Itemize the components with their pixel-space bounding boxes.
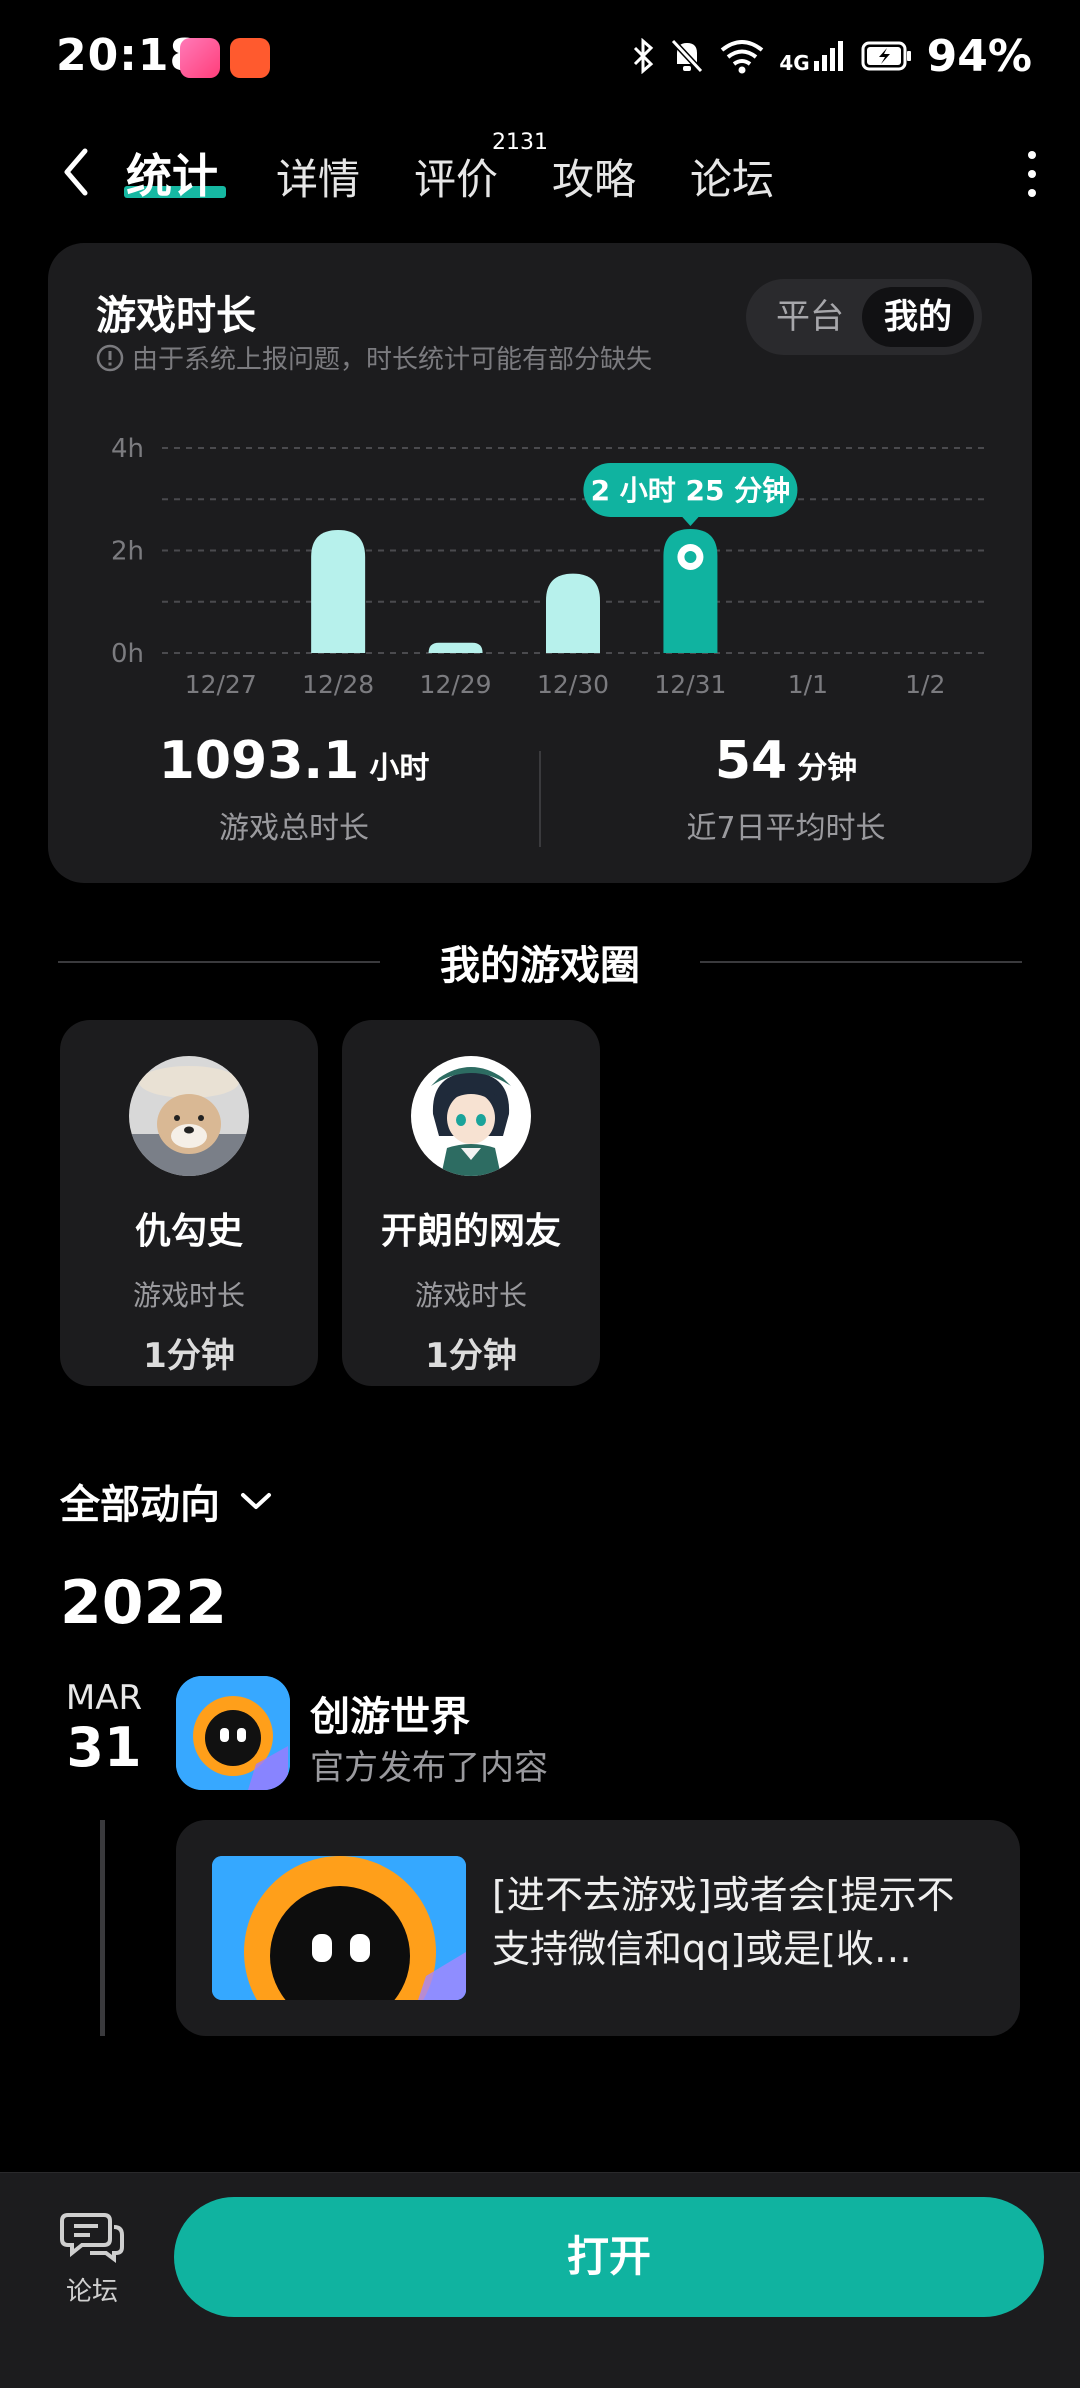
- friend-time-value: 1分钟: [143, 1336, 235, 1376]
- post-text: [进不去游戏]或者会[提示不支持微信和qq]或是[收…: [492, 1873, 955, 1971]
- total-play-time: 1093.1 小时 游戏总时长: [48, 731, 540, 847]
- more-options-button[interactable]: [1012, 146, 1052, 202]
- friend-time-label: 游戏时长: [132, 1279, 245, 1312]
- mute-bell-icon: [671, 38, 704, 74]
- status-bar: 20:18 4G 94%: [0, 0, 1080, 120]
- tab-guides[interactable]: 攻略: [552, 146, 636, 207]
- bottom-action-bar: 论坛 打开: [0, 2172, 1080, 2388]
- play-time-chart: 0h 2h 4h 12/27 12/28 12/29 12/30 2 小时 25 分钟 12/3…: [111, 434, 984, 699]
- card-note-text: 由于系统上报问题，时长统计可能有部分缺失: [132, 345, 653, 375]
- post-subtitle: 官方发布了内容: [310, 1748, 548, 1788]
- post-thumbnail: [212, 1856, 466, 2000]
- back-arrow-icon: [64, 148, 88, 196]
- avg-label: 近7日平均时长: [686, 811, 886, 846]
- friend-card[interactable]: 开朗的网友 游戏时长 1分钟: [342, 1020, 600, 1386]
- divider: [58, 961, 380, 963]
- battery-icon: [861, 41, 911, 71]
- x-tick-label: 1/2: [905, 670, 945, 699]
- post-card[interactable]: [进不去游戏]或者会[提示不支持微信和qq]或是[收…: [176, 1820, 1020, 2036]
- feed-year: 2022: [60, 1568, 227, 1638]
- card-title: 游戏时长: [96, 293, 256, 339]
- chart-tooltip-pointer: [681, 515, 700, 526]
- chart-bar: [428, 642, 483, 653]
- y-tick-label: 0h: [111, 639, 144, 669]
- friend-time-value: 1分钟: [425, 1336, 517, 1376]
- avatar: [129, 1056, 249, 1176]
- total-value: 1093.1: [158, 731, 360, 791]
- scope-toggle: 平台 我的: [746, 279, 982, 355]
- chart-bar: [311, 530, 366, 653]
- toggle-mine[interactable]: 我的: [862, 287, 974, 347]
- back-button[interactable]: [48, 144, 104, 200]
- post-month: MAR: [65, 1678, 143, 1718]
- x-tick-label: 12/31: [654, 670, 726, 699]
- more-dot-icon: [1028, 170, 1036, 178]
- bar-marker-dot: [684, 550, 697, 563]
- divider: [700, 961, 1022, 963]
- x-tick-label: 1/1: [788, 670, 828, 699]
- signal-icon: [813, 41, 843, 71]
- more-dot-icon: [1028, 151, 1036, 159]
- more-dot-icon: [1028, 189, 1036, 197]
- play-time-card: 游戏时长 由于系统上报问题，时长统计可能有部分缺失 平台 我的 0h 2h 4h 12…: [48, 243, 1032, 883]
- music-app-icon: [180, 38, 220, 78]
- friend-time-label: 游戏时长: [414, 1279, 527, 1312]
- avatar: [411, 1056, 531, 1176]
- x-tick-label: 12/28: [302, 670, 374, 699]
- top-nav: 统计 详情 评价 2131 攻略 论坛: [0, 120, 1080, 230]
- tab-details[interactable]: 详情: [276, 146, 360, 207]
- shopping-app-icon: [230, 38, 270, 78]
- chat-bubble-icon: [60, 2213, 124, 2263]
- y-tick-label: 4h: [111, 434, 144, 464]
- feed-filter-dropdown[interactable]: 全部动向: [60, 1472, 274, 1530]
- feed-filter-label: 全部动向: [60, 1482, 220, 1528]
- x-tick-label: 12/27: [185, 670, 257, 699]
- avg-play-time: 54 分钟 近7日平均时长: [540, 731, 1032, 847]
- forum-label: 论坛: [65, 2277, 118, 2307]
- avg-unit: 分钟: [797, 751, 858, 786]
- total-unit: 小时: [369, 751, 430, 786]
- game-circle-header: 我的游戏圈: [58, 932, 1022, 992]
- network-type: 4G: [779, 51, 810, 75]
- chart-tooltip-label: 2 小时 25 分钟: [591, 474, 791, 507]
- chart-bar: [546, 573, 600, 653]
- x-tick-label: 12/30: [537, 670, 609, 699]
- tab-forum[interactable]: 论坛: [690, 146, 774, 207]
- wifi-icon: [721, 40, 764, 74]
- forum-button[interactable]: 论坛: [56, 2209, 128, 2308]
- avg-value: 54: [714, 731, 788, 791]
- total-label: 游戏总时长: [219, 811, 369, 846]
- toggle-platform[interactable]: 平台: [754, 287, 866, 347]
- chevron-down-icon: [241, 1493, 271, 1509]
- battery-percent: 94%: [926, 30, 1032, 82]
- y-tick-label: 2h: [111, 537, 144, 567]
- timeline-line: [100, 1820, 105, 2036]
- x-tick-label: 12/29: [420, 670, 492, 699]
- info-icon: [96, 344, 124, 371]
- card-note: 由于系统上报问题，时长统计可能有部分缺失: [96, 339, 652, 376]
- status-icons: 4G 94%: [631, 30, 1032, 82]
- reviews-count-badge: 2131: [492, 130, 548, 155]
- section-title: 我的游戏圈: [440, 943, 640, 989]
- tab-stats[interactable]: 统计: [126, 140, 218, 206]
- post-day: 31: [66, 1716, 142, 1779]
- bluetooth-icon: [634, 38, 654, 74]
- tab-reviews[interactable]: 评价: [414, 146, 498, 207]
- friend-card[interactable]: 仇勾史 游戏时长 1分钟: [60, 1020, 318, 1386]
- open-button[interactable]: 打开: [174, 2197, 1044, 2317]
- friend-name: 仇勾史: [134, 1211, 243, 1252]
- app-logo[interactable]: [176, 1676, 290, 1790]
- app-name[interactable]: 创游世界: [310, 1684, 470, 1742]
- friend-name: 开朗的网友: [380, 1211, 561, 1252]
